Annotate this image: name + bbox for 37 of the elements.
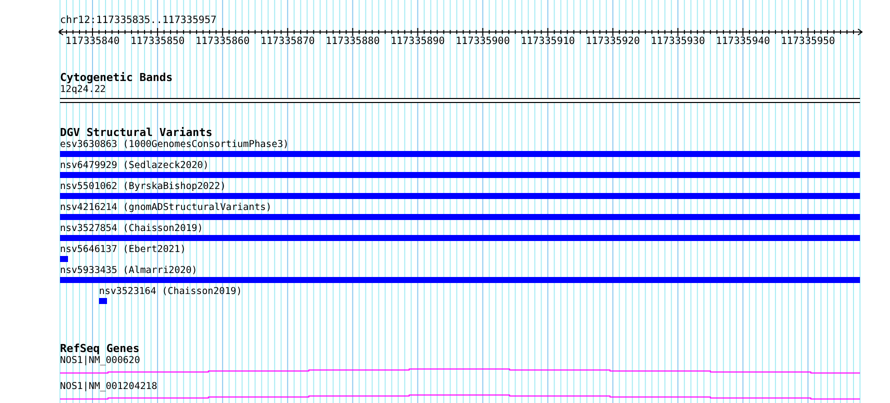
variant-bar[interactable] [60, 277, 860, 283]
tick-label: 117335860 [196, 36, 250, 48]
variant-bar[interactable] [60, 235, 860, 241]
track-title: DGV Structural Variants [60, 127, 214, 139]
tick-label: 117335920 [586, 36, 640, 48]
tick-label: 117335840 [65, 36, 120, 48]
gene-label: NOS1|NM_000620 [60, 355, 140, 367]
gene-model-drawing[interactable] [60, 394, 860, 400]
tick-label: 117335930 [650, 36, 705, 48]
variant-label: nsv5933435 (Almarri2020) [60, 265, 198, 277]
variant-label: nsv4216214 (gnomADStructuralVariants) [60, 202, 272, 214]
variant-label: nsv3527854 (Chaisson2019) [60, 223, 203, 235]
tick-label: 117335950 [780, 36, 836, 48]
gene-label: NOS1|NM_001204218 [60, 381, 158, 393]
variant-bar[interactable] [60, 172, 860, 178]
variant-bar[interactable] [60, 256, 68, 262]
variant-bar[interactable] [60, 214, 860, 220]
region-label: chr12:117335835..117335957 [60, 15, 218, 27]
band-label: 12q24.22 [60, 84, 106, 96]
tick-label: 117335910 [520, 36, 575, 48]
track-title: Cytogenetic Bands [60, 72, 174, 84]
tick-label: 117335900 [456, 36, 510, 48]
track-title: RefSeq Genes [60, 343, 140, 355]
variant-label: nsv5646137 (Ebert2021) [60, 244, 186, 256]
variant-bar[interactable] [60, 151, 860, 157]
variant-label: nsv3523164 (Chaisson2019) [99, 286, 242, 298]
tick-label: 117335880 [326, 36, 380, 48]
variant-label: nsv6479929 (Sedlazeck2020) [60, 160, 209, 172]
gene-model-drawing[interactable] [60, 368, 860, 374]
variant-bar[interactable] [99, 298, 107, 304]
variant-label: nsv5501062 (ByrskaBishop2022) [60, 181, 226, 193]
variant-bar[interactable] [60, 193, 860, 199]
tick-label: 117335940 [716, 36, 770, 48]
tick-label: 117335850 [130, 36, 185, 48]
tick-label: 117335890 [390, 36, 445, 48]
tick-label: 117335870 [260, 36, 315, 48]
variant-label: esv3630863 (1000GenomesConsortiumPhase3) [60, 139, 289, 151]
